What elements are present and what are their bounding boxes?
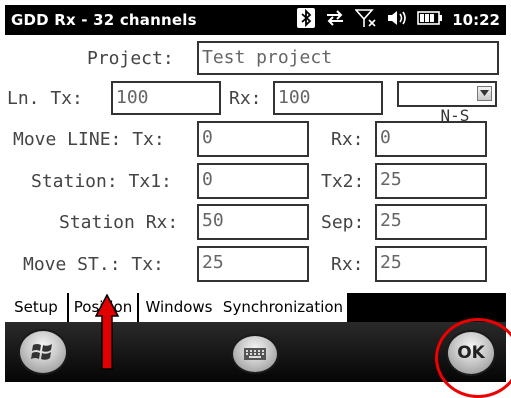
battery-icon[interactable] [417,10,443,30]
project-input[interactable]: Test project [197,41,499,75]
red-circle-annotation [435,318,511,398]
start-button[interactable] [18,329,68,375]
volume-icon[interactable] [386,9,408,32]
project-label: Project: [87,48,174,69]
tab-bar: Setup Position Windows Synchronization [5,293,506,322]
move-line-tx-input[interactable]: 0 [197,121,309,157]
line-tx-label: Ln. Tx: [7,88,83,109]
station-tx1-label: Station: Tx1: [31,171,172,192]
status-icons: 10:22 [297,7,500,33]
chevron-down-icon[interactable] [477,86,492,101]
station-rx-input[interactable]: 50 [197,204,309,240]
sep-label: Sep: [321,212,365,233]
move-line-rx-label: Rx: [331,129,364,150]
station-tx2-input[interactable]: 25 [375,163,487,199]
tab-setup[interactable]: Setup [5,293,67,322]
keyboard-icon [244,348,266,360]
move-line-label: Move LINE: Tx: [13,129,165,150]
no-signal-icon[interactable] [354,8,377,33]
move-st-rx-input[interactable]: 25 [375,246,487,282]
station-rx-label: Station Rx: [59,212,179,233]
windows-logo-icon [31,344,52,360]
line-rx-label: Rx: [229,88,262,109]
tab-windows[interactable]: Windows [139,293,219,322]
bluetooth-icon[interactable] [297,7,316,33]
sync-icon[interactable] [324,9,346,32]
move-st-tx-input[interactable]: 25 [197,246,309,282]
station-tx2-label: Tx2: [321,171,365,192]
app-title: GDD Rx - 32 channels [11,11,197,29]
tab-synchronization[interactable]: Synchronization [219,293,347,322]
menu-bar: OK [5,322,506,382]
move-line-rx-input[interactable]: 0 [375,121,487,157]
red-arrow-annotation [95,294,119,370]
move-st-rx-label: Rx: [331,254,364,275]
move-st-label: Move ST.: Tx: [23,254,164,275]
sep-input[interactable]: 25 [375,204,487,240]
position-form: Project: Test project Ln. Tx: 100 Rx: 10… [5,35,506,293]
line-rx-input[interactable]: 100 [273,81,383,115]
title-bar: GDD Rx - 32 channels 10:22 [5,5,506,35]
line-tx-input[interactable]: 100 [111,81,221,115]
clock[interactable]: 10:22 [452,11,500,29]
direction-select[interactable]: N-S [397,81,497,125]
station-tx1-input[interactable]: 0 [197,163,309,199]
keyboard-button[interactable] [231,334,279,374]
